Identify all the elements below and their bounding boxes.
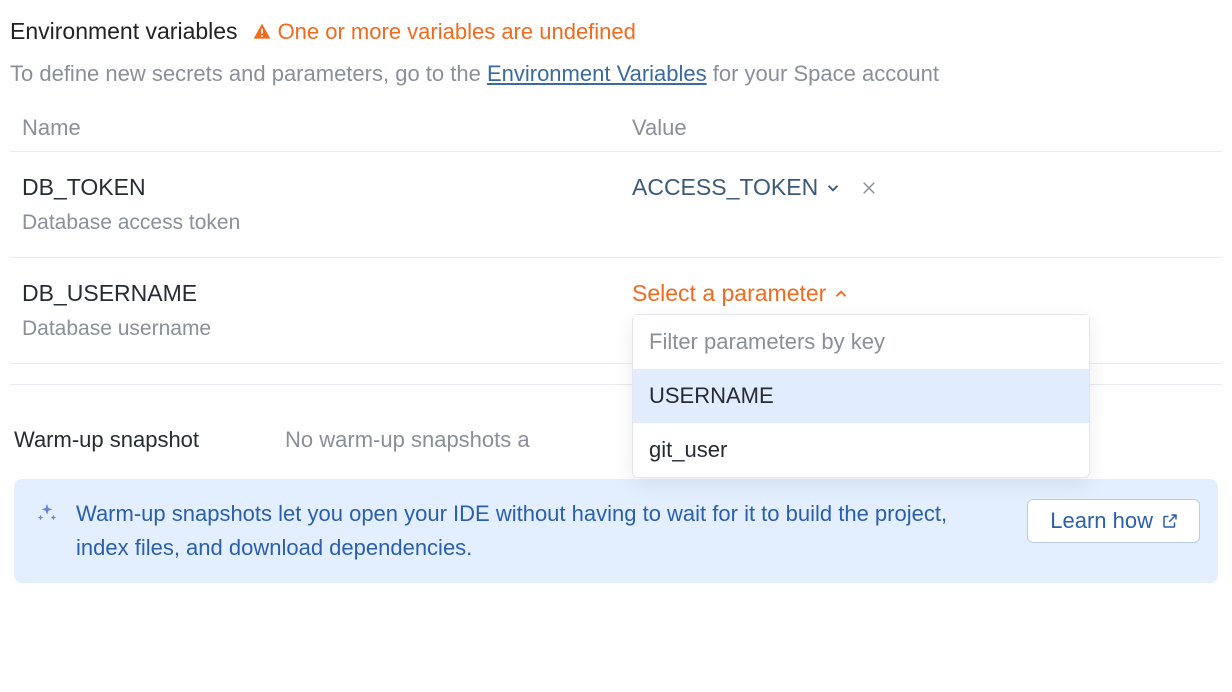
value-select-db-username[interactable]: Select a parameter [632, 280, 850, 307]
learn-how-label: Learn how [1050, 508, 1153, 534]
warmup-title: Warm-up snapshot [14, 427, 199, 453]
col-header-value: Value [632, 115, 1222, 141]
learn-how-button[interactable]: Learn how [1027, 499, 1200, 543]
chevron-up-icon [832, 285, 850, 303]
callout-text: Warm-up snapshots let you open your IDE … [76, 497, 1009, 565]
env-row-db-token: DB_TOKEN Database access token ACCESS_TO… [10, 152, 1222, 258]
env-desc: Database username [22, 317, 632, 341]
env-vars-link[interactable]: Environment Variables [487, 61, 707, 86]
env-row-db-username: DB_USERNAME Database username Select a p… [10, 258, 1222, 364]
env-desc: Database access token [22, 211, 632, 235]
value-text: ACCESS_TOKEN [632, 174, 818, 201]
external-link-icon [1161, 512, 1179, 530]
value-select-db-token[interactable]: ACCESS_TOKEN [632, 174, 842, 201]
table-header: Name Value [10, 107, 1222, 152]
help-text-pre: To define new secrets and parameters, go… [10, 61, 487, 86]
section-title: Environment variables [10, 18, 238, 45]
col-header-name: Name [22, 115, 632, 141]
help-text: To define new secrets and parameters, go… [10, 57, 1210, 91]
warning-text: One or more variables are undefined [278, 19, 636, 45]
sparkle-icon [36, 502, 58, 524]
parameter-dropdown: USERNAME git_user [632, 314, 1090, 478]
warning-icon [252, 22, 272, 42]
filter-input[interactable] [633, 315, 1089, 369]
env-name: DB_USERNAME [22, 280, 632, 307]
env-name: DB_TOKEN [22, 174, 632, 201]
warmup-callout: Warm-up snapshots let you open your IDE … [14, 479, 1218, 583]
dropdown-option-username[interactable]: USERNAME [633, 369, 1089, 423]
clear-value-button[interactable] [860, 179, 878, 197]
value-placeholder-text: Select a parameter [632, 280, 826, 307]
warmup-empty-text: No warm-up snapshots a [285, 427, 530, 453]
dropdown-option-git-user[interactable]: git_user [633, 423, 1089, 477]
help-text-post: for your Space account [707, 61, 939, 86]
chevron-down-icon [824, 179, 842, 197]
